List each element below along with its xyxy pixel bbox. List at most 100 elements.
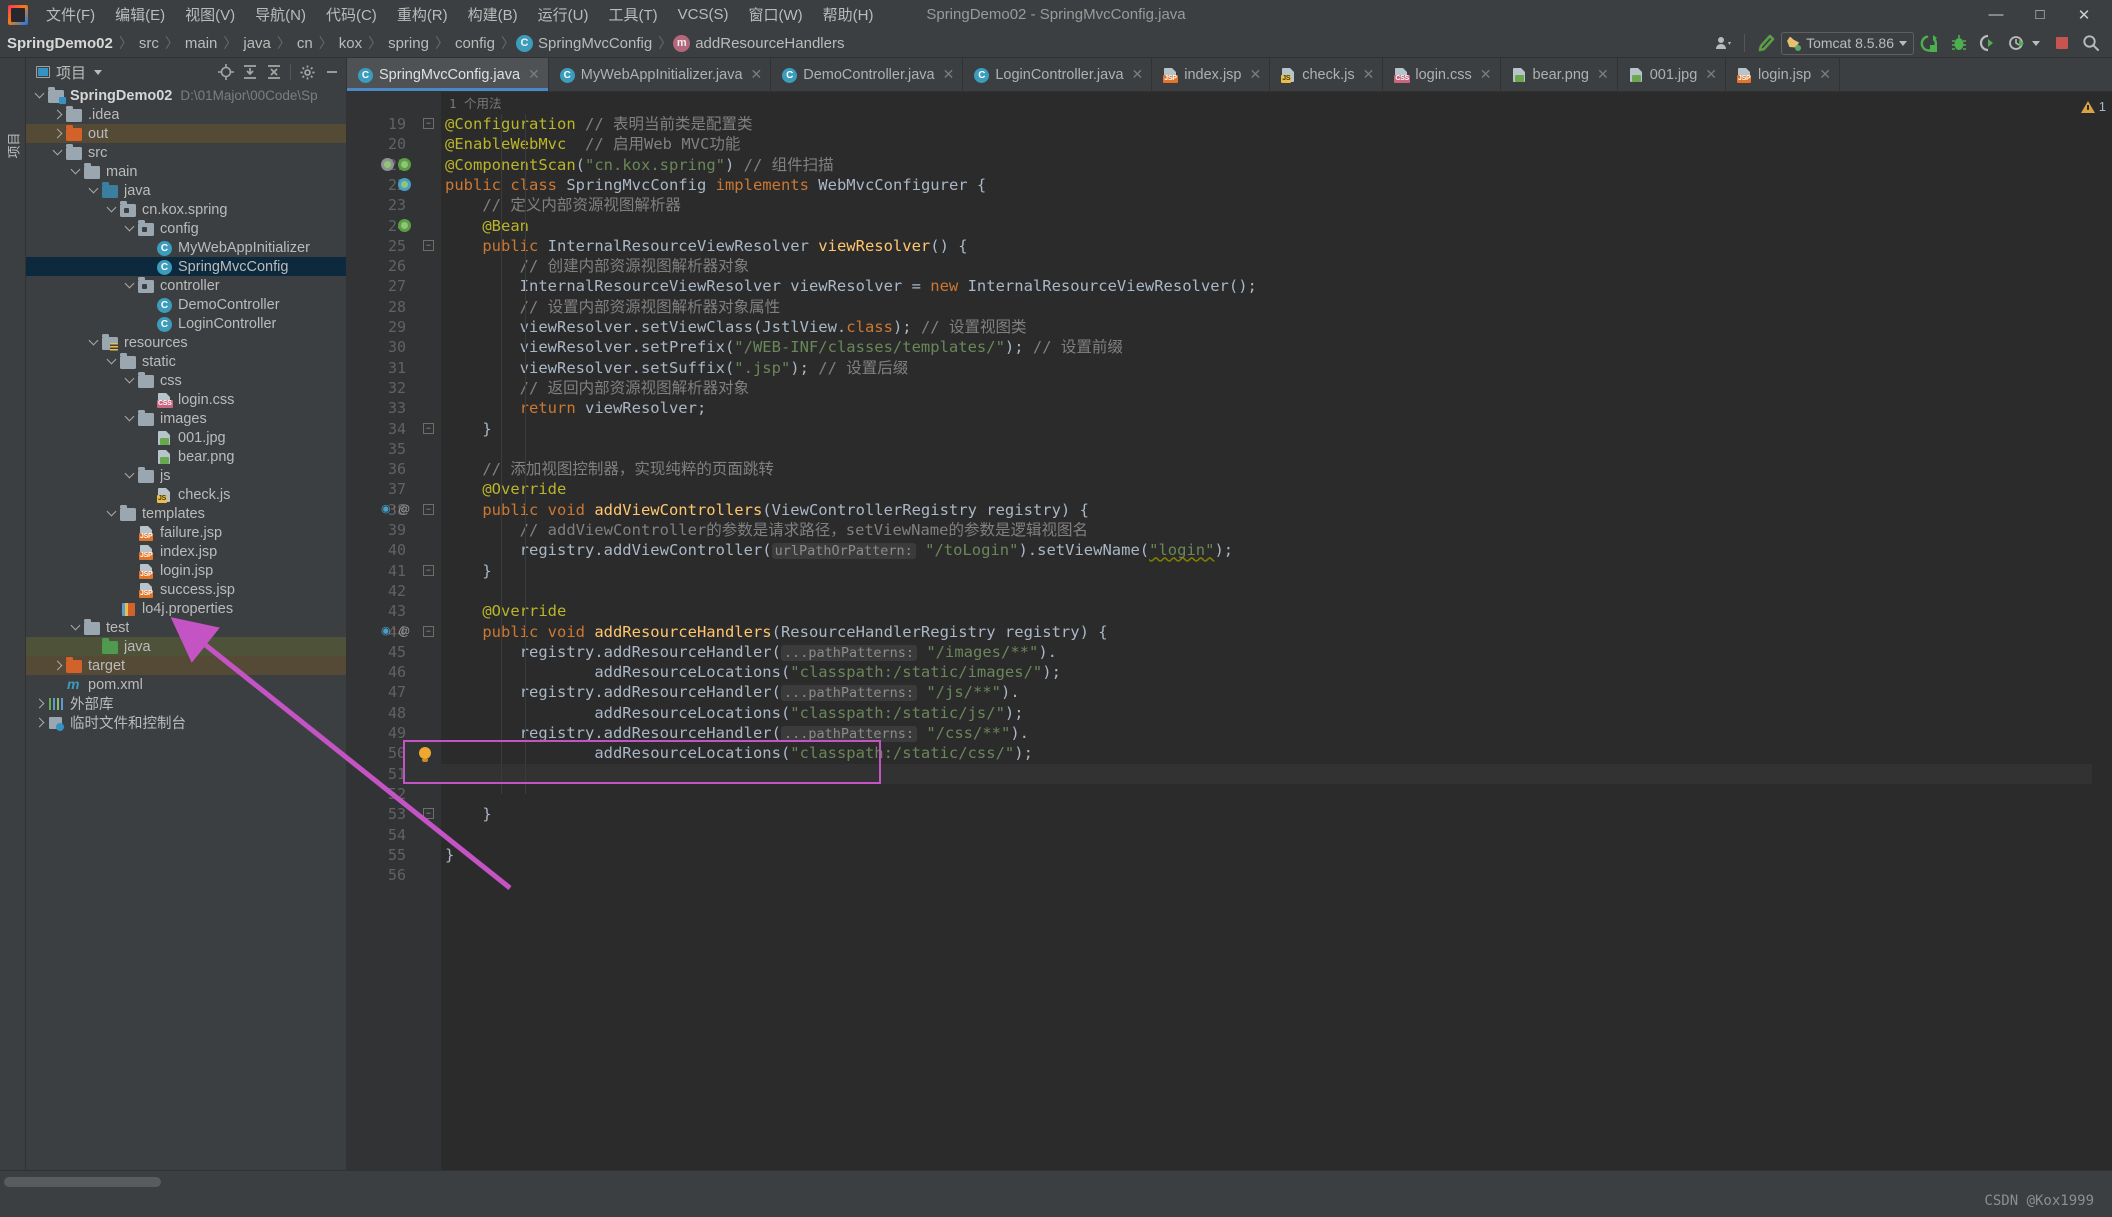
horizontal-scrollbar-thumb[interactable]: [4, 1177, 161, 1187]
code-line-38[interactable]: public void addViewControllers(ViewContr…: [441, 500, 2092, 520]
tree-node-config[interactable]: config: [26, 219, 346, 238]
tree-node-cn-kox-spring[interactable]: cn.kox.spring: [26, 200, 346, 219]
maximize-icon[interactable]: □: [2018, 1, 2062, 29]
tree-node-test[interactable]: test: [26, 618, 346, 637]
fold-open-icon[interactable]: −: [423, 625, 434, 637]
breadcrumb-item-9[interactable]: m addResourceHandlers: [673, 34, 849, 52]
tree-node-pom-xml[interactable]: m pom.xml: [26, 675, 346, 694]
tree-node-001-jpg[interactable]: 001.jpg: [26, 428, 346, 447]
hammer-icon[interactable]: [1752, 31, 1779, 56]
override-method-icon[interactable]: ◉ ↑ @: [381, 624, 415, 638]
editor-tab-index-jsp[interactable]: JSP index.jsp ✕: [1152, 58, 1271, 91]
code-line-30[interactable]: viewResolver.setPrefix("/WEB-INF/classes…: [441, 337, 2092, 357]
spring-config-icon[interactable]: [398, 177, 411, 191]
chevron-down-icon[interactable]: [94, 69, 103, 75]
tree-node-java[interactable]: java: [26, 181, 346, 200]
override-method-icon[interactable]: ◉ ↑ @: [381, 502, 415, 516]
tree-node----[interactable]: 外部库: [26, 694, 346, 713]
menu-run[interactable]: 运行(U): [528, 2, 599, 27]
chevron-down-icon[interactable]: [88, 184, 101, 197]
code-line-43[interactable]: @Override: [441, 601, 2092, 621]
code-line-37[interactable]: @Override: [441, 479, 2092, 499]
tree-node-resources[interactable]: resources: [26, 333, 346, 352]
tree-node-templates[interactable]: templates: [26, 504, 346, 523]
code-line-51[interactable]: [441, 763, 2092, 784]
breadcrumb-item-1[interactable]: src: [134, 35, 164, 52]
menu-help[interactable]: 帮助(H): [813, 2, 884, 27]
breadcrumb-item-7[interactable]: config: [450, 35, 500, 52]
code-line-47[interactable]: registry.addResourceHandler(...pathPatte…: [441, 682, 2092, 702]
fold-close-icon[interactable]: −: [423, 422, 434, 434]
tree-node-css[interactable]: css: [26, 371, 346, 390]
tree-node-springmvcconfig[interactable]: C SpringMvcConfig: [26, 257, 346, 276]
chevron-down-icon[interactable]: [124, 279, 137, 292]
code-content[interactable]: 1 个用法 @Configuration // 表明当前类是配置类 @EnableW…: [441, 92, 2092, 1170]
chevron-down-icon[interactable]: [70, 621, 83, 634]
code-line-41[interactable]: }: [441, 561, 2092, 581]
tree-node-src[interactable]: src: [26, 143, 346, 162]
chevron-right-icon[interactable]: [52, 127, 65, 140]
editor-tab-logincontroller-java[interactable]: C LoginController.java ✕: [963, 58, 1153, 91]
tree-node-bear-png[interactable]: bear.png: [26, 447, 346, 466]
breadcrumb-item-5[interactable]: kox: [334, 35, 367, 52]
close-icon[interactable]: ✕: [528, 66, 540, 83]
tree-node-failure-jsp[interactable]: JSP failure.jsp: [26, 523, 346, 542]
menu-build[interactable]: 构建(B): [458, 2, 528, 27]
locate-icon[interactable]: [215, 62, 236, 83]
menu-tools[interactable]: 工具(T): [598, 2, 667, 27]
tree-node-target[interactable]: target: [26, 656, 346, 675]
tree-node---------[interactable]: 临时文件和控制台: [26, 713, 346, 732]
stop-icon[interactable]: [2048, 31, 2075, 56]
editor-tab-login-css[interactable]: CSS login.css ✕: [1383, 58, 1501, 91]
tree-node-check-js[interactable]: JS check.js: [26, 485, 346, 504]
breadcrumb-item-3[interactable]: java: [238, 35, 276, 52]
code-line-54[interactable]: [441, 825, 2092, 845]
warning-indicator[interactable]: 1: [2080, 99, 2106, 114]
code-line-21[interactable]: @ComponentScan("cn.kox.spring") // 组件扫描: [441, 155, 2092, 175]
menu-refactor[interactable]: 重构(R): [387, 2, 458, 27]
run-icon[interactable]: [1916, 31, 1943, 56]
code-line-46[interactable]: addResourceLocations("classpath:/static/…: [441, 662, 2092, 682]
editor-tab-check-js[interactable]: JS check.js ✕: [1270, 58, 1384, 91]
code-line-25[interactable]: public InternalResourceViewResolver view…: [441, 236, 2092, 256]
profiler-icon[interactable]: [2003, 31, 2030, 56]
chevron-down-icon[interactable]: [124, 469, 137, 482]
breadcrumb-item-2[interactable]: main: [180, 35, 223, 52]
tree-node-main[interactable]: main: [26, 162, 346, 181]
breadcrumb-item-4[interactable]: cn: [292, 35, 318, 52]
menu-file[interactable]: 文件(F): [36, 2, 105, 27]
tree-node-java[interactable]: java: [26, 637, 346, 656]
code-line-50[interactable]: addResourceLocations("classpath:/static/…: [441, 743, 2092, 763]
expand-all-icon[interactable]: [239, 62, 260, 83]
close-icon[interactable]: ✕: [1597, 66, 1609, 83]
chevron-down-icon[interactable]: [52, 146, 65, 159]
close-icon[interactable]: ✕: [1250, 66, 1262, 83]
code-line-22[interactable]: public class SpringMvcConfig implements …: [441, 175, 2092, 195]
spring-bean-icon[interactable]: [398, 218, 411, 232]
code-line-44[interactable]: public void addResourceHandlers(Resource…: [441, 622, 2092, 642]
chevron-down-icon[interactable]: [70, 165, 83, 178]
spring-bean-icon[interactable]: [398, 157, 411, 171]
chevron-right-icon[interactable]: [52, 659, 65, 672]
menu-window[interactable]: 窗口(W): [738, 2, 812, 27]
debug-icon[interactable]: [1945, 31, 1972, 56]
chevron-right-icon[interactable]: [52, 108, 65, 121]
chevron-down-icon[interactable]: [34, 89, 47, 102]
chevron-down-icon[interactable]: [106, 355, 119, 368]
code-line-35[interactable]: [441, 439, 2092, 459]
breadcrumb-item-8[interactable]: C SpringMvcConfig: [515, 34, 657, 52]
close-icon[interactable]: ✕: [2062, 1, 2106, 29]
chevron-down-icon[interactable]: [106, 507, 119, 520]
chevron-down-icon[interactable]: [106, 203, 119, 216]
inspection-strip[interactable]: 1: [2080, 92, 2112, 1170]
fold-open-icon[interactable]: −: [423, 118, 434, 129]
coverage-icon[interactable]: [1974, 31, 2001, 56]
tree-node-lo4j-properties[interactable]: lo4j.properties: [26, 599, 346, 618]
menu-edit[interactable]: 编辑(E): [105, 2, 175, 27]
code-line-36[interactable]: // 添加视图控制器，实现纯粹的页面跳转: [441, 459, 2092, 479]
tree-node-success-jsp[interactable]: JSP success.jsp: [26, 580, 346, 599]
code-line-26[interactable]: // 创建内部资源视图解析器对象: [441, 256, 2092, 276]
tree-node-static[interactable]: static: [26, 352, 346, 371]
close-icon[interactable]: ✕: [1705, 66, 1717, 83]
chevron-right-icon[interactable]: [34, 716, 47, 729]
